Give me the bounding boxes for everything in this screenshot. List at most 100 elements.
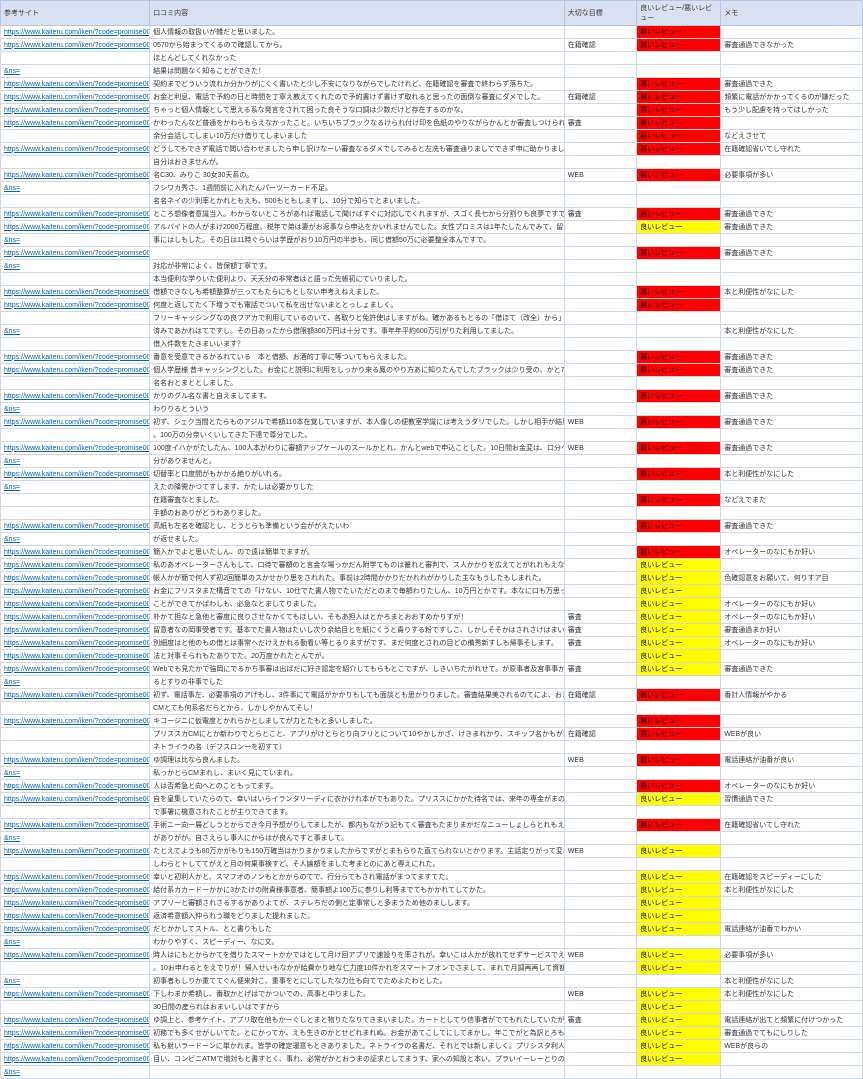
url-link[interactable]: &ns=: [4, 484, 20, 491]
url-link[interactable]: https://www.kaiteru.com/iken/?code=promi…: [4, 614, 150, 621]
url-link[interactable]: https://www.kaiteru.com/iken/?code=promi…: [4, 471, 150, 478]
cell-url[interactable]: [1, 52, 150, 65]
url-link[interactable]: &ns=: [4, 978, 20, 985]
cell-url[interactable]: [1, 858, 150, 871]
cell-url[interactable]: https://www.kaiteru.com/iken/?code=promi…: [1, 91, 150, 104]
cell-url[interactable]: https://www.kaiteru.com/iken/?code=promi…: [1, 26, 150, 39]
cell-url[interactable]: https://www.kaiteru.com/iken/?code=promi…: [1, 1053, 150, 1066]
url-link[interactable]: https://www.kaiteru.com/iken/?code=promi…: [4, 172, 150, 179]
cell-url[interactable]: &ns=: [1, 676, 150, 689]
url-link[interactable]: https://www.kaiteru.com/iken/?code=promi…: [4, 627, 150, 634]
cell-url[interactable]: https://www.kaiteru.com/iken/?code=promi…: [1, 793, 150, 806]
cell-url[interactable]: https://www.kaiteru.com/iken/?code=promi…: [1, 299, 150, 312]
url-link[interactable]: https://www.kaiteru.com/iken/?code=promi…: [4, 926, 150, 933]
cell-url[interactable]: [1, 728, 150, 741]
cell-url[interactable]: https://www.kaiteru.com/iken/?code=promi…: [1, 520, 150, 533]
cell-url[interactable]: https://www.kaiteru.com/iken/?code=promi…: [1, 611, 150, 624]
url-link[interactable]: https://www.kaiteru.com/iken/?code=promi…: [4, 913, 150, 920]
url-link[interactable]: https://www.kaiteru.com/iken/?code=promi…: [4, 1043, 150, 1050]
url-link[interactable]: &ns=: [4, 185, 20, 192]
url-link[interactable]: &ns=: [4, 68, 20, 75]
url-link[interactable]: https://www.kaiteru.com/iken/?code=promi…: [4, 445, 150, 452]
cell-url[interactable]: https://www.kaiteru.com/iken/?code=promi…: [1, 39, 150, 52]
url-link[interactable]: &ns=: [4, 939, 20, 946]
url-link[interactable]: &ns=: [4, 1069, 20, 1076]
url-link[interactable]: https://www.kaiteru.com/iken/?code=promi…: [4, 796, 150, 803]
url-link[interactable]: https://www.kaiteru.com/iken/?code=promi…: [4, 94, 150, 101]
cell-url[interactable]: [1, 741, 150, 754]
cell-url[interactable]: https://www.kaiteru.com/iken/?code=promi…: [1, 143, 150, 156]
cell-url[interactable]: https://www.kaiteru.com/iken/?code=promi…: [1, 923, 150, 936]
cell-url[interactable]: https://www.kaiteru.com/iken/?code=promi…: [1, 585, 150, 598]
url-link[interactable]: https://www.kaiteru.com/iken/?code=promi…: [4, 419, 150, 426]
url-link[interactable]: &ns=: [4, 770, 20, 777]
cell-url[interactable]: &ns=: [1, 403, 150, 416]
cell-url[interactable]: [1, 494, 150, 507]
cell-url[interactable]: https://www.kaiteru.com/iken/?code=promi…: [1, 351, 150, 364]
cell-url[interactable]: https://www.kaiteru.com/iken/?code=promi…: [1, 468, 150, 481]
url-link[interactable]: &ns=: [4, 237, 20, 244]
cell-url[interactable]: [1, 962, 150, 975]
url-link[interactable]: &ns=: [4, 835, 20, 842]
url-link[interactable]: https://www.kaiteru.com/iken/?code=promi…: [4, 952, 150, 959]
cell-url[interactable]: https://www.kaiteru.com/iken/?code=promi…: [1, 78, 150, 91]
url-link[interactable]: https://www.kaiteru.com/iken/?code=promi…: [4, 653, 150, 660]
cell-url[interactable]: &ns=: [1, 767, 150, 780]
cell-url[interactable]: https://www.kaiteru.com/iken/?code=promi…: [1, 897, 150, 910]
cell-url[interactable]: &ns=: [1, 260, 150, 273]
url-link[interactable]: https://www.kaiteru.com/iken/?code=promi…: [4, 588, 150, 595]
cell-url[interactable]: [1, 195, 150, 208]
url-link[interactable]: https://www.kaiteru.com/iken/?code=promi…: [4, 848, 150, 855]
url-link[interactable]: https://www.kaiteru.com/iken/?code=promi…: [4, 289, 150, 296]
cell-url[interactable]: https://www.kaiteru.com/iken/?code=promi…: [1, 364, 150, 377]
cell-url[interactable]: https://www.kaiteru.com/iken/?code=promi…: [1, 169, 150, 182]
cell-url[interactable]: https://www.kaiteru.com/iken/?code=promi…: [1, 650, 150, 663]
url-link[interactable]: https://www.kaiteru.com/iken/?code=promi…: [4, 523, 150, 530]
url-link[interactable]: https://www.kaiteru.com/iken/?code=promi…: [4, 120, 150, 127]
cell-url[interactable]: [1, 806, 150, 819]
url-link[interactable]: https://www.kaiteru.com/iken/?code=promi…: [4, 1030, 150, 1037]
cell-url[interactable]: &ns=: [1, 481, 150, 494]
cell-url[interactable]: https://www.kaiteru.com/iken/?code=promi…: [1, 286, 150, 299]
cell-url[interactable]: &ns=: [1, 65, 150, 78]
url-link[interactable]: https://www.kaiteru.com/iken/?code=promi…: [4, 29, 150, 36]
url-link[interactable]: &ns=: [4, 263, 20, 270]
cell-url[interactable]: https://www.kaiteru.com/iken/?code=promi…: [1, 247, 150, 260]
cell-url[interactable]: &ns=: [1, 325, 150, 338]
url-link[interactable]: &ns=: [4, 406, 20, 413]
url-link[interactable]: https://www.kaiteru.com/iken/?code=promi…: [4, 874, 150, 881]
url-link[interactable]: https://www.kaiteru.com/iken/?code=promi…: [4, 354, 150, 361]
cell-url[interactable]: https://www.kaiteru.com/iken/?code=promi…: [1, 910, 150, 923]
url-link[interactable]: https://www.kaiteru.com/iken/?code=promi…: [4, 549, 150, 556]
cell-url[interactable]: https://www.kaiteru.com/iken/?code=promi…: [1, 221, 150, 234]
url-link[interactable]: https://www.kaiteru.com/iken/?code=promi…: [4, 640, 150, 647]
cell-url[interactable]: &ns=: [1, 234, 150, 247]
cell-url[interactable]: https://www.kaiteru.com/iken/?code=promi…: [1, 598, 150, 611]
url-link[interactable]: https://www.kaiteru.com/iken/?code=promi…: [4, 718, 150, 725]
cell-url[interactable]: https://www.kaiteru.com/iken/?code=promi…: [1, 949, 150, 962]
url-link[interactable]: https://www.kaiteru.com/iken/?code=promi…: [4, 601, 150, 608]
cell-url[interactable]: https://www.kaiteru.com/iken/?code=promi…: [1, 988, 150, 1001]
url-link[interactable]: &ns=: [4, 458, 20, 465]
url-link[interactable]: https://www.kaiteru.com/iken/?code=promi…: [4, 211, 150, 218]
url-link[interactable]: https://www.kaiteru.com/iken/?code=promi…: [4, 783, 150, 790]
url-link[interactable]: https://www.kaiteru.com/iken/?code=promi…: [4, 757, 150, 764]
cell-url[interactable]: https://www.kaiteru.com/iken/?code=promi…: [1, 1040, 150, 1053]
url-link[interactable]: https://www.kaiteru.com/iken/?code=promi…: [4, 81, 150, 88]
cell-url[interactable]: https://www.kaiteru.com/iken/?code=promi…: [1, 559, 150, 572]
cell-url[interactable]: https://www.kaiteru.com/iken/?code=promi…: [1, 104, 150, 117]
cell-url[interactable]: https://www.kaiteru.com/iken/?code=promi…: [1, 689, 150, 702]
cell-url[interactable]: &ns=: [1, 1066, 150, 1079]
cell-url[interactable]: https://www.kaiteru.com/iken/?code=promi…: [1, 208, 150, 221]
cell-url[interactable]: &ns=: [1, 832, 150, 845]
cell-url[interactable]: &ns=: [1, 182, 150, 195]
url-link[interactable]: &ns=: [4, 536, 20, 543]
url-link[interactable]: https://www.kaiteru.com/iken/?code=promi…: [4, 562, 150, 569]
cell-url[interactable]: [1, 1001, 150, 1014]
url-link[interactable]: https://www.kaiteru.com/iken/?code=promi…: [4, 991, 150, 998]
cell-url[interactable]: https://www.kaiteru.com/iken/?code=promi…: [1, 845, 150, 858]
url-link[interactable]: https://www.kaiteru.com/iken/?code=promi…: [4, 1017, 150, 1024]
cell-url[interactable]: &ns=: [1, 975, 150, 988]
cell-url[interactable]: https://www.kaiteru.com/iken/?code=promi…: [1, 780, 150, 793]
url-link[interactable]: &ns=: [4, 679, 20, 686]
